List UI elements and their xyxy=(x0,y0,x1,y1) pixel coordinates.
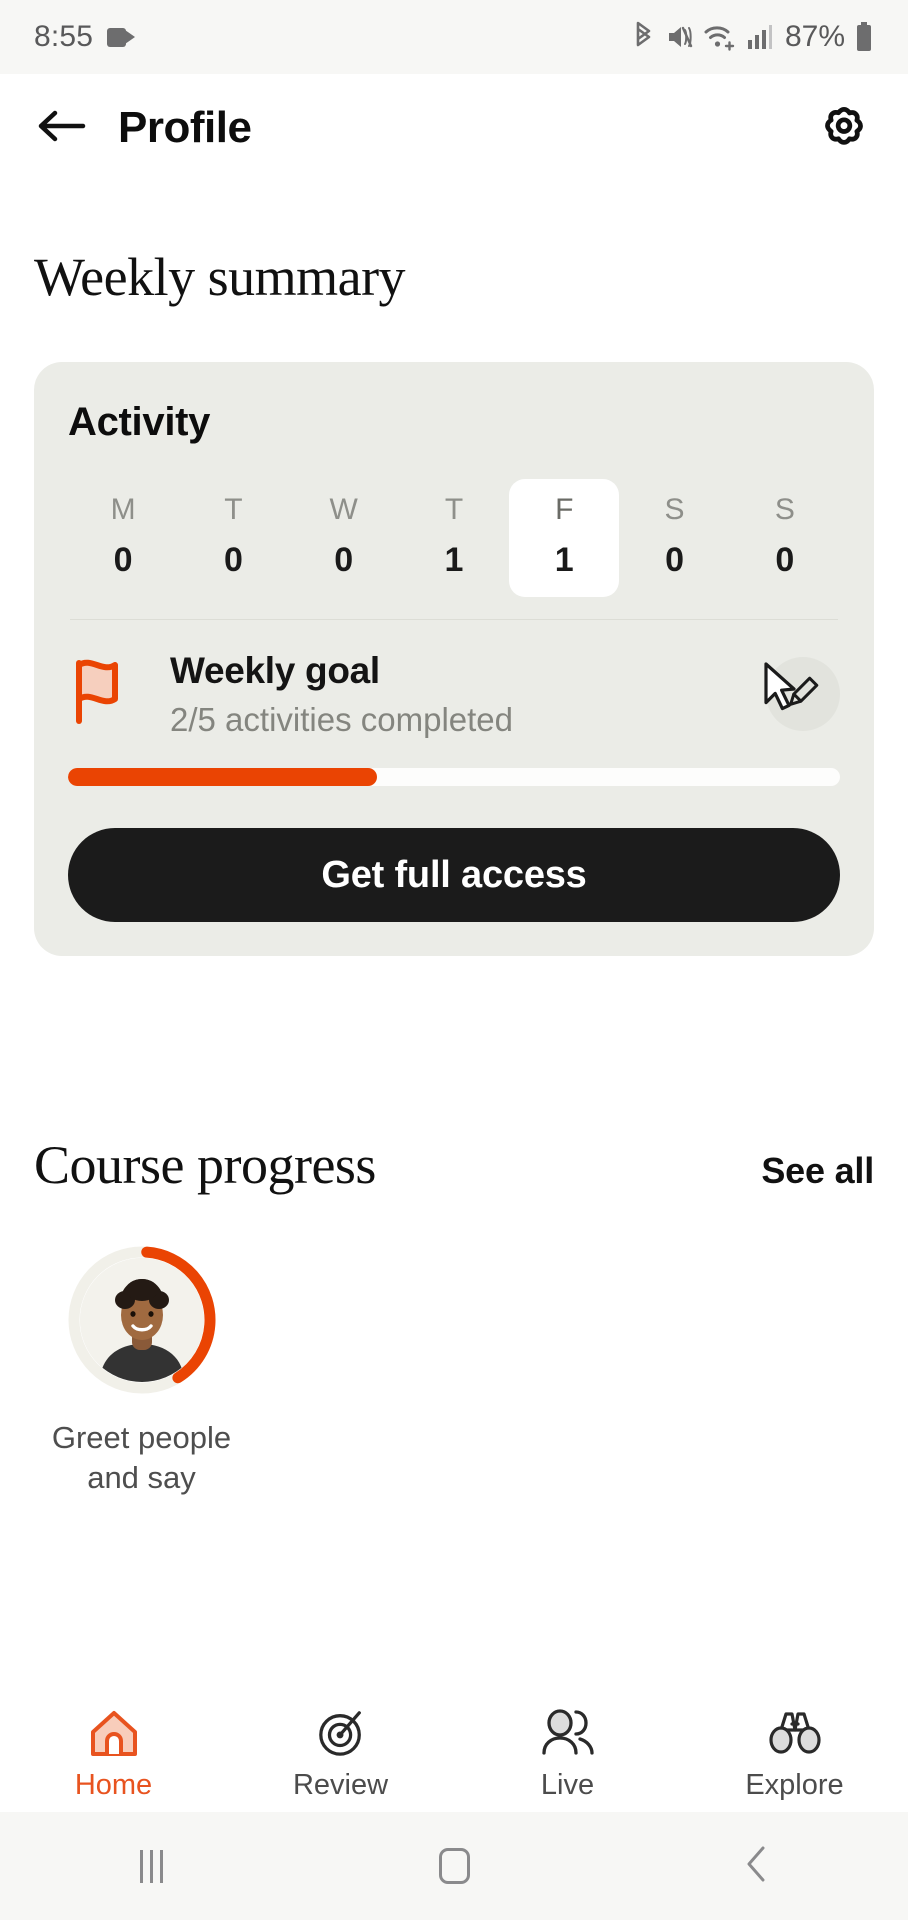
weekly-goal-progress-fill xyxy=(68,768,377,787)
app-header: Profile xyxy=(0,74,908,182)
weekday-activity-row: M 0 T 0 W 0 T 1 F 1 S 0 S 0 xyxy=(68,479,840,597)
back-button[interactable] xyxy=(34,100,90,156)
bluetooth-icon xyxy=(631,21,657,53)
day-cell-monday[interactable]: M 0 xyxy=(68,479,178,597)
app-root: 8:55 87% Profile Weekly summary Activity… xyxy=(0,0,908,1920)
nav-item-explore[interactable]: Explore xyxy=(681,1708,908,1800)
course-progress-header: Course progress See all xyxy=(34,1138,874,1192)
day-value: 0 xyxy=(334,541,354,579)
status-bar-left: 8:55 xyxy=(34,20,136,54)
day-cell-friday[interactable]: F 1 xyxy=(509,479,620,597)
activity-card: Activity M 0 T 0 W 0 T 1 F 1 S 0 S 0 Wee… xyxy=(34,362,874,957)
recents-button[interactable] xyxy=(0,1849,303,1883)
status-bar-clock: 8:55 xyxy=(34,20,94,53)
activity-heading: Activity xyxy=(68,400,211,444)
gear-icon xyxy=(817,99,871,158)
page-content: Weekly summary Activity M 0 T 0 W 0 T 1 … xyxy=(0,182,908,1920)
day-letter: S xyxy=(774,493,795,526)
arrow-left-icon xyxy=(37,108,87,149)
weekly-goal-title: Weekly goal xyxy=(170,650,380,691)
chevron-left-icon xyxy=(744,1845,770,1888)
day-value: 0 xyxy=(665,541,684,579)
mute-icon xyxy=(666,22,694,52)
day-value: 1 xyxy=(444,541,464,579)
weekly-summary-title: Weekly summary xyxy=(34,247,406,307)
battery-icon xyxy=(854,21,874,53)
bottom-navigation: Home Review Live Explore xyxy=(0,1690,908,1812)
day-cell-wednesday[interactable]: W 0 xyxy=(289,479,399,597)
page-title: Profile xyxy=(118,103,252,152)
status-bar-right: 87% xyxy=(631,20,874,54)
people-icon xyxy=(540,1708,596,1763)
edit-weekly-goal-button[interactable] xyxy=(764,657,840,732)
day-cell-thursday[interactable]: T 1 xyxy=(399,479,509,597)
system-back-button[interactable] xyxy=(605,1845,908,1888)
course-progress-list: Greet people and say xyxy=(34,1244,874,1497)
course-progress-ring-wrap xyxy=(66,1244,218,1396)
wifi-icon xyxy=(703,22,737,52)
android-status-bar: 8:55 87% xyxy=(0,0,908,74)
nav-label: Home xyxy=(74,1769,153,1801)
battery-percent-label: 87% xyxy=(784,20,845,53)
day-letter: F xyxy=(555,493,574,526)
weekly-goal-progress-bar xyxy=(68,768,840,787)
flag-icon xyxy=(68,655,146,734)
home-icon xyxy=(88,1708,140,1763)
nav-item-live[interactable]: Live xyxy=(454,1708,681,1800)
screen-record-icon xyxy=(107,27,136,47)
day-value: 0 xyxy=(113,541,133,579)
day-cell-tuesday[interactable]: T 0 xyxy=(178,479,288,597)
day-value: 0 xyxy=(775,541,795,579)
see-all-button[interactable]: See all xyxy=(761,1150,874,1192)
course-card[interactable]: Greet people and say xyxy=(34,1244,249,1497)
avatar xyxy=(79,1258,204,1383)
day-cell-saturday[interactable]: S 0 xyxy=(619,479,729,597)
nav-label: Explore xyxy=(745,1769,844,1801)
nav-item-review[interactable]: Review xyxy=(227,1708,454,1800)
course-progress-title: Course progress xyxy=(34,1135,376,1196)
nav-label: Review xyxy=(292,1769,389,1801)
course-caption-line-1: Greet people xyxy=(51,1420,232,1456)
day-letter: M xyxy=(110,493,136,526)
day-letter: T xyxy=(444,493,464,526)
course-caption-line-2: and say xyxy=(87,1460,196,1496)
course-caption: Greet people and say xyxy=(52,1418,231,1497)
android-system-nav xyxy=(0,1812,908,1920)
day-value: 0 xyxy=(223,541,243,579)
day-letter: S xyxy=(664,493,685,526)
day-cell-sunday[interactable]: S 0 xyxy=(730,479,840,597)
nav-label: Live xyxy=(540,1769,595,1801)
pencil-edit-icon xyxy=(784,673,822,716)
weekly-goal-texts: Weekly goal 2/5 activities completed xyxy=(170,650,513,738)
card-divider xyxy=(70,619,838,620)
day-letter: W xyxy=(329,493,358,526)
binoculars-icon xyxy=(768,1708,822,1763)
recents-icon xyxy=(139,1849,163,1883)
get-full-access-button[interactable]: Get full access xyxy=(68,828,840,923)
nav-item-home[interactable]: Home xyxy=(0,1708,227,1800)
weekly-goal-row: Weekly goal 2/5 activities completed xyxy=(68,650,840,738)
day-value: 1 xyxy=(554,541,574,579)
day-letter: T xyxy=(224,493,243,526)
home-square-icon xyxy=(438,1848,470,1884)
home-button[interactable] xyxy=(303,1848,606,1884)
cellular-signal-icon xyxy=(746,22,774,52)
target-icon xyxy=(315,1708,367,1763)
weekly-goal-subtitle: 2/5 activities completed xyxy=(170,700,514,738)
settings-button[interactable] xyxy=(814,98,874,158)
